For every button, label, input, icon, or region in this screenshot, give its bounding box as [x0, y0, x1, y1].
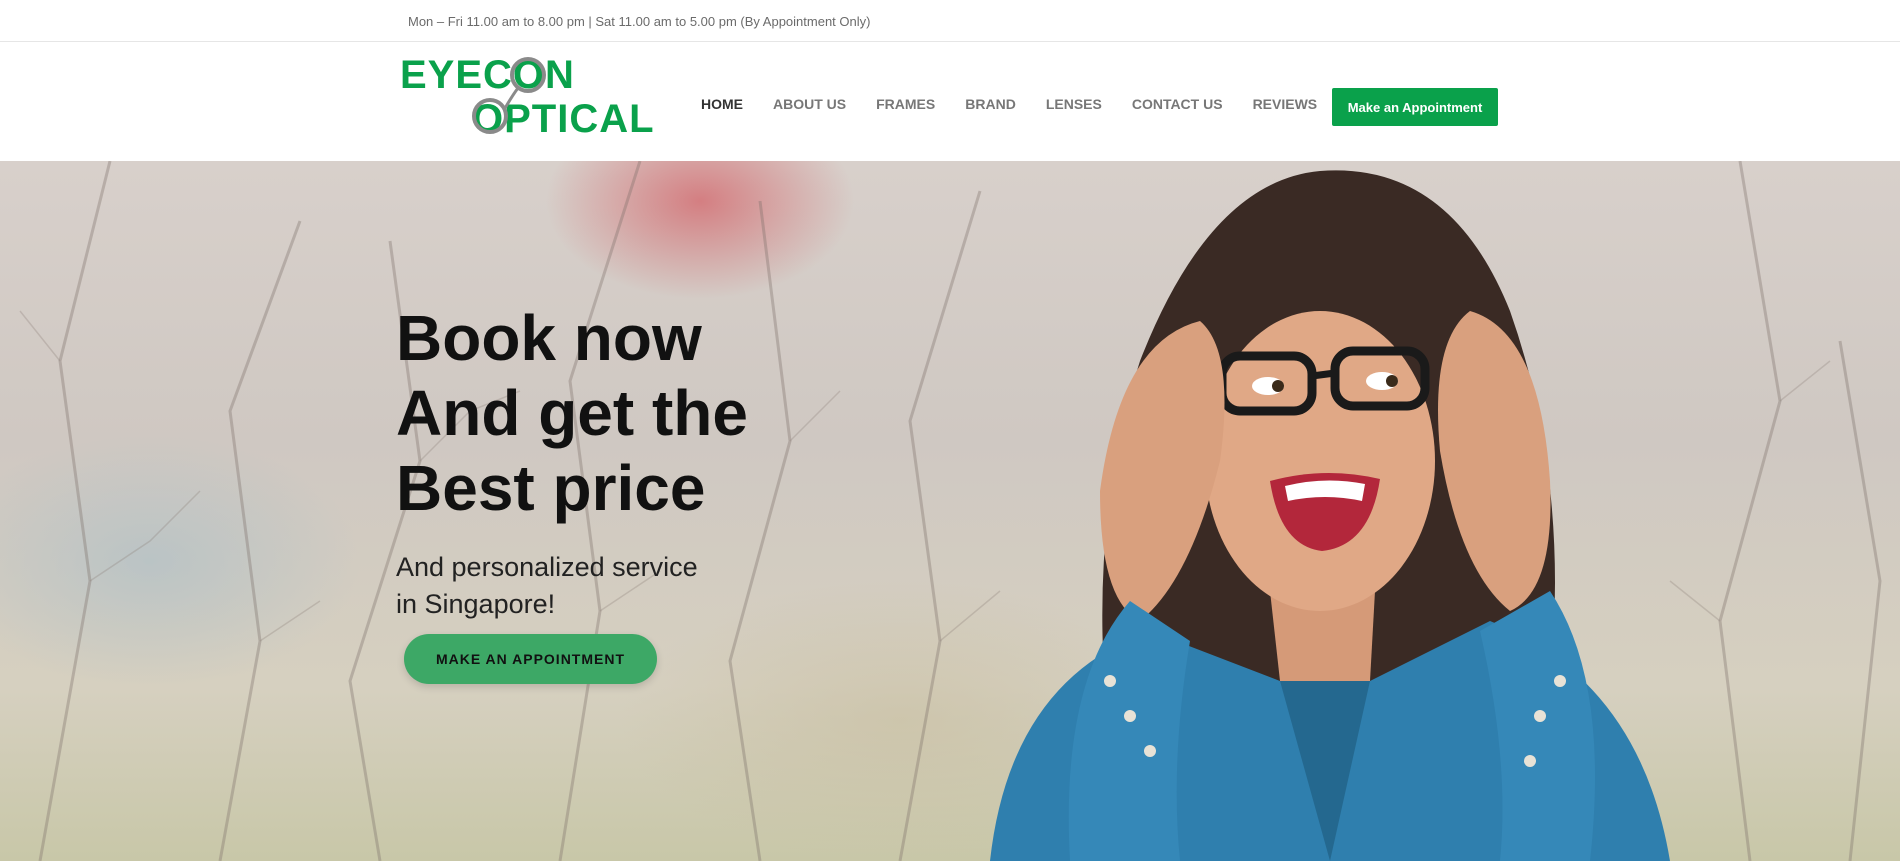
headline-line: And get the: [396, 377, 748, 449]
nav-lenses[interactable]: LENSES: [1046, 96, 1102, 112]
site-header: EYECON OPTICAL HOME ABOUT US FRAMES BRAN…: [0, 42, 1900, 161]
nav-brand[interactable]: BRAND: [965, 96, 1016, 112]
headline-line: Best price: [396, 452, 706, 524]
nav-reviews[interactable]: REVIEWS: [1253, 96, 1318, 112]
top-info-bar: Mon – Fri 11.00 am to 8.00 pm | Sat 11.0…: [0, 0, 1900, 42]
nav-about-us[interactable]: ABOUT US: [773, 96, 846, 112]
logo-line-1: EYECON: [400, 53, 575, 97]
glasses-logo-icon: EYECON OPTICAL: [400, 53, 654, 136]
hero-subheadline: And personalized service in Singapore!: [396, 549, 698, 623]
hero-make-appointment-button[interactable]: MAKE AN APPOINTMENT: [404, 634, 657, 684]
opening-hours: Mon – Fri 11.00 am to 8.00 pm | Sat 11.0…: [408, 14, 871, 29]
nav-contact-us[interactable]: CONTACT US: [1132, 96, 1223, 112]
nav-home[interactable]: HOME: [701, 96, 743, 112]
site-logo[interactable]: EYECON OPTICAL: [400, 52, 662, 136]
subheadline-line: And personalized service: [396, 552, 698, 582]
nav-frames[interactable]: FRAMES: [876, 96, 935, 112]
subheadline-line: in Singapore!: [396, 589, 556, 619]
hero-section: Book now And get the Best price And pers…: [0, 161, 1900, 861]
make-appointment-button[interactable]: Make an Appointment: [1332, 88, 1498, 126]
main-nav: HOME ABOUT US FRAMES BRAND LENSES CONTAC…: [701, 96, 1347, 112]
woman-illustration: [990, 170, 1670, 861]
hero-headline: Book now And get the Best price: [396, 301, 748, 526]
woman-with-glasses-photo: [950, 161, 1700, 861]
headline-line: Book now: [396, 302, 702, 374]
